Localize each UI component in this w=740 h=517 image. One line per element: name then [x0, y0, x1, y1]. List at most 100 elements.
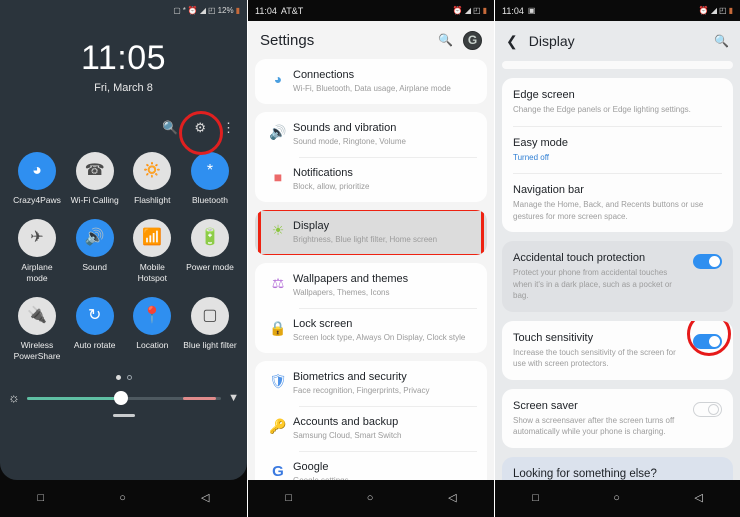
wifi-icon: ◢	[710, 5, 718, 15]
battery-icon: ▮	[482, 5, 487, 15]
row-subtitle: Increase the touch sensitivity of the sc…	[513, 347, 676, 369]
row-title: Biometrics and security	[293, 371, 407, 383]
tile-auto-rotate[interactable]: ↻ Auto rotate	[68, 297, 122, 362]
avatar[interactable]: G	[463, 30, 482, 50]
home-icon[interactable]: ○	[119, 493, 126, 504]
search-icon[interactable]: 🔍	[438, 33, 453, 47]
gear-icon[interactable]: ⚙	[194, 121, 206, 134]
recents-icon[interactable]: □	[532, 493, 539, 504]
tile-row: ✈ Airplane mode 🔊 Sound 📶 Mobile Hotspot…	[10, 219, 237, 284]
back-icon[interactable]: ◁	[448, 493, 456, 504]
photo-icon: ▣	[527, 5, 536, 15]
settings-group: 🛡 Biometrics and security Face recogniti…	[255, 361, 487, 480]
settings-group: ⚖ Wallpapers and themes Wallpapers, Them…	[255, 263, 487, 353]
tile-label: Flashlight	[134, 195, 171, 205]
settings-row-sounds-and-vibration[interactable]: 🔊 Sounds and vibration Sound mode, Ringt…	[255, 112, 487, 157]
settings-row-wallpapers-and-themes[interactable]: ⚖ Wallpapers and themes Wallpapers, Them…	[255, 263, 487, 308]
navigation-bar-panel1: □ ○ ◁	[0, 480, 247, 517]
row-title: Notifications	[293, 167, 353, 179]
settings-row-google[interactable]: G Google Google settings	[255, 451, 487, 480]
signal-icon: ◰	[473, 5, 481, 15]
alarm-icon: ⏰	[698, 5, 709, 15]
tile-mobile-hotspot[interactable]: 📶 Mobile Hotspot	[125, 219, 179, 284]
battery-percent-label: 12%	[217, 5, 234, 15]
tile-label: Airplane mode	[21, 262, 53, 283]
looking-heading: Looking for something else?	[513, 467, 657, 480]
more-options-icon[interactable]: ⋮	[222, 121, 235, 134]
back-icon[interactable]: ◁	[201, 493, 209, 504]
home-icon[interactable]: ○	[367, 493, 374, 504]
back-icon[interactable]: ◁	[694, 493, 702, 504]
tile-flashlight[interactable]: 🔅 Flashlight	[125, 152, 179, 206]
display-group-accidental-touch: Accidental touch protection Protect your…	[502, 241, 733, 312]
display-row-screen-saver[interactable]: Screen saver Show a screensaver after th…	[502, 389, 733, 448]
settings-row-notifications[interactable]: ■ Notifications Block, allow, prioritize	[255, 157, 487, 202]
tile-bluetooth[interactable]: * Bluetooth	[183, 152, 237, 206]
status-bar-panel1: ▢ * ⏰ ◢ ◰ 12% ▮	[0, 0, 247, 21]
search-icon[interactable]: 🔍	[162, 121, 178, 134]
chevron-down-icon[interactable]: ▼	[228, 392, 239, 404]
wifi-icon: ◢	[199, 5, 207, 15]
tile-power-mode[interactable]: 🔋 Power mode	[183, 219, 237, 284]
page-indicator	[0, 375, 247, 380]
settings-group: ◕ Connections Wi-Fi, Bluetooth, Data usa…	[255, 59, 487, 104]
tile-airplane-mode[interactable]: ✈ Airplane mode	[10, 219, 64, 284]
back-arrow-icon[interactable]: ❮	[506, 34, 518, 48]
settings-row-accounts-and-backup[interactable]: 🔑 Accounts and backup Samsung Cloud, Sma…	[255, 406, 487, 451]
home-icon[interactable]: ○	[613, 493, 620, 504]
tile-crazy4paws[interactable]: ◕ Crazy4Paws	[10, 152, 64, 206]
airplane-icon: ✈	[18, 219, 56, 257]
recents-icon[interactable]: □	[38, 493, 45, 504]
signal-icon: ◰	[208, 5, 216, 15]
alarm-icon: ⏰	[187, 5, 198, 15]
page-dot[interactable]	[126, 375, 132, 380]
status-time: 11:04	[502, 5, 524, 16]
status-bar-panel3: 11:04 ▣ ⏰ ◢ ◰ ▮	[495, 0, 740, 21]
tile-label: Mobile Hotspot	[137, 262, 167, 283]
toggle-screen-saver[interactable]	[693, 401, 722, 417]
toggle-touch-sensitivity[interactable]	[693, 333, 722, 349]
navigation-bar-panel3: □ ○ ◁	[495, 480, 740, 517]
display-row-edge-screen[interactable]: Edge screen Change the Edge panels or Ed…	[502, 78, 733, 126]
settings-row-connections[interactable]: ◕ Connections Wi-Fi, Bluetooth, Data usa…	[255, 59, 487, 104]
display-settings-body: ❮ Display 🔍 Edge screen Change the Edge …	[495, 21, 740, 480]
display-row-accidental-touch-protection[interactable]: Accidental touch protection Protect your…	[502, 241, 733, 312]
display-row-navigation-bar[interactable]: Navigation bar Manage the Home, Back, an…	[502, 173, 733, 232]
tile-label: Blue light filter	[183, 340, 237, 350]
scroll-strip	[502, 61, 733, 69]
tile-wireless-powershare[interactable]: 🔌 Wireless PowerShare	[10, 297, 64, 362]
brightness-slider[interactable]	[26, 390, 222, 405]
battery-icon: ▮	[235, 5, 240, 15]
bluetooth-icon: *	[190, 152, 229, 190]
location-icon: 📍	[133, 297, 172, 335]
tile-sound[interactable]: 🔊 Sound	[68, 219, 122, 284]
hotspot-icon: 📶	[133, 219, 172, 257]
row-title: Lock screen	[293, 318, 353, 330]
display-group-general: Edge screen Change the Edge panels or Ed…	[502, 78, 733, 232]
toggle-accidental-touch-protection[interactable]	[693, 254, 722, 269]
display-row-easy-mode[interactable]: Easy mode Turned off	[502, 125, 733, 174]
tile-blue-light-filter[interactable]: ▢ Blue light filter	[183, 297, 237, 362]
tile-wifi-calling[interactable]: ☎ Wi-Fi Calling	[68, 152, 122, 206]
bluetooth-icon: *	[182, 5, 186, 15]
row-subtitle: Protect your phone from accidental touch…	[513, 268, 672, 300]
panel-grabber[interactable]	[112, 414, 135, 417]
search-icon[interactable]: 🔍	[714, 34, 729, 48]
page-title: Display	[528, 33, 575, 49]
row-title: Edge screen	[513, 89, 575, 101]
display-row-touch-sensitivity[interactable]: Touch sensitivity Increase the touch sen…	[502, 320, 733, 380]
page-dot-active[interactable]	[115, 375, 121, 380]
settings-row-biometrics-and-security[interactable]: 🛡 Biometrics and security Face recogniti…	[255, 361, 487, 406]
battery-icon: ▮	[728, 5, 733, 15]
blue-light-filter-icon: ▢	[190, 297, 229, 335]
slider-knob[interactable]	[114, 390, 129, 405]
settings-row-lock-screen[interactable]: 🔒 Lock screen Screen lock type, Always O…	[255, 308, 487, 353]
row-subtitle: Sound mode, Ringtone, Volume	[293, 137, 406, 146]
paintbrush-icon: ⚖	[271, 275, 285, 291]
row-subtitle: Manage the Home, Back, and Recents butto…	[513, 200, 704, 221]
brightness-icon: ☀	[271, 222, 285, 238]
recents-icon[interactable]: □	[285, 493, 292, 504]
status-time: 11:04	[255, 5, 277, 16]
settings-row-display[interactable]: ☀ Display Brightness, Blue light filter,…	[255, 210, 487, 255]
tile-location[interactable]: 📍 Location	[125, 297, 179, 362]
